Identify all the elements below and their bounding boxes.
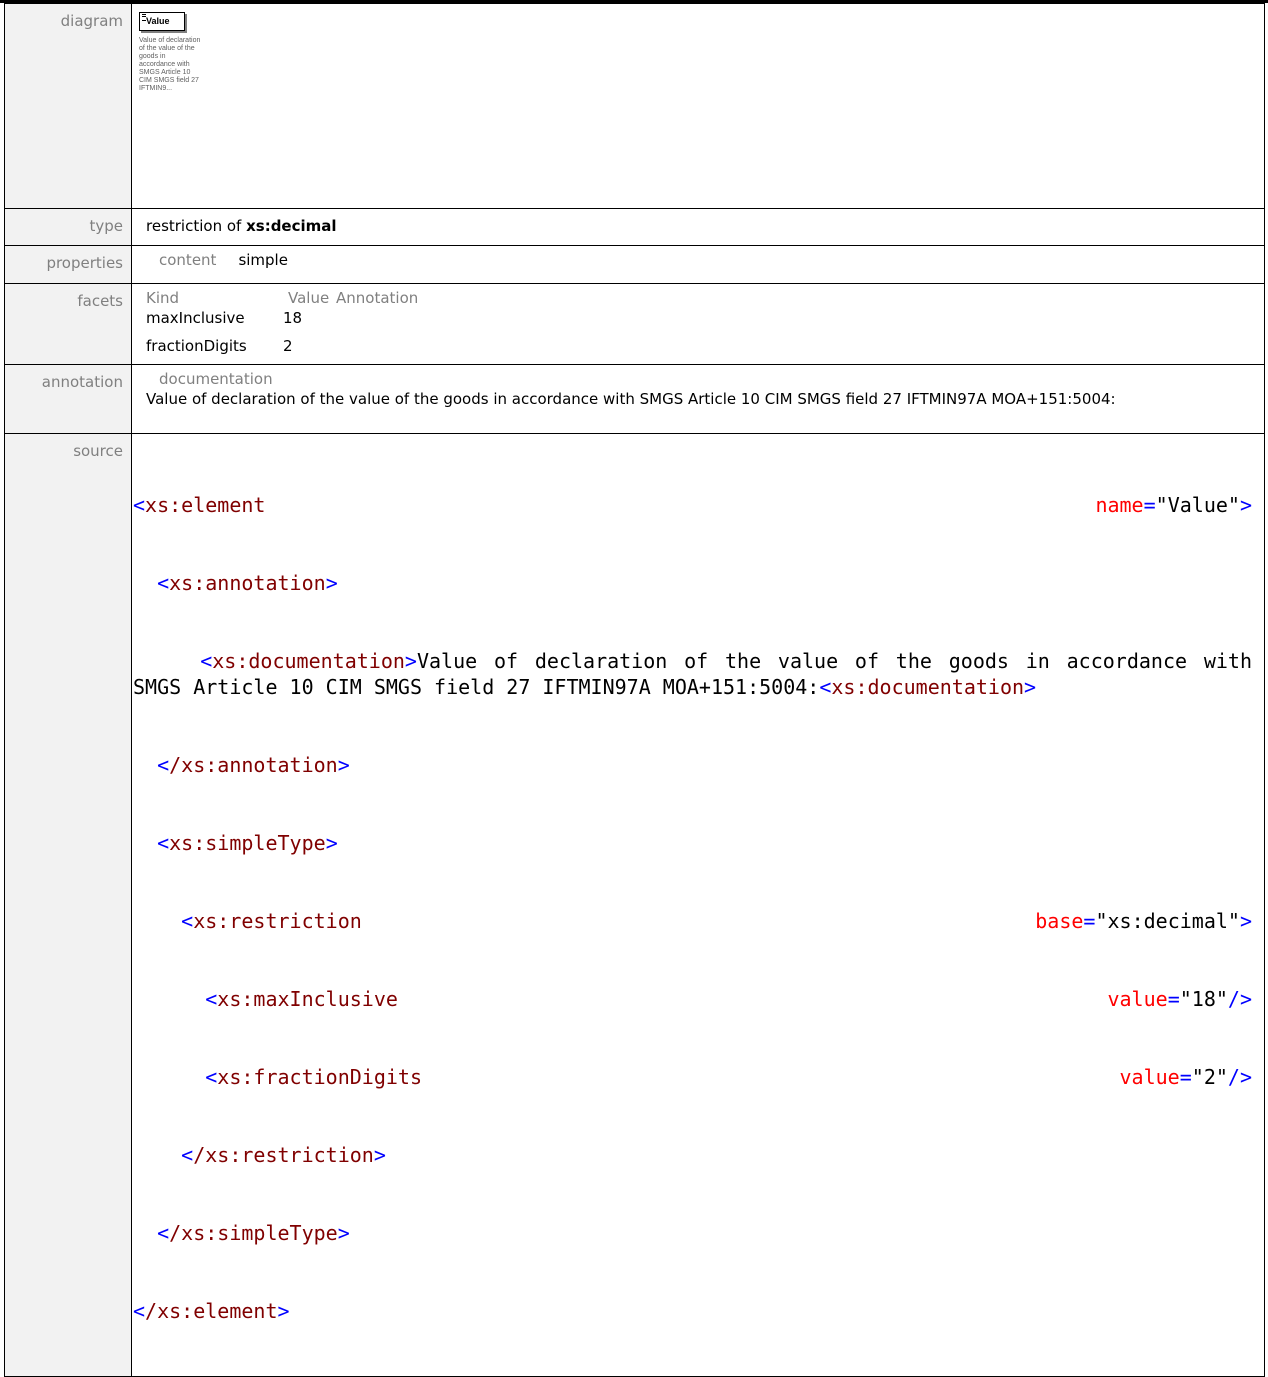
properties-label: properties xyxy=(4,245,132,284)
property-key: content xyxy=(159,251,217,269)
type-row: type restriction of xs:decimal xyxy=(4,208,1265,246)
properties-cell: content simple xyxy=(131,245,1265,284)
source-tag: xs:annotation xyxy=(169,571,326,595)
source-tag: xs:fractionDigits xyxy=(217,1065,422,1089)
diagram-label: diagram xyxy=(4,3,132,209)
annotation-cell: documentation Value of declaration of th… xyxy=(131,364,1265,434)
source-line: </xs:restriction> xyxy=(181,1143,386,1167)
source-attr: name xyxy=(1095,493,1144,517)
source-attr: value xyxy=(1107,987,1168,1011)
source-tag: xs:simpleType xyxy=(169,831,326,855)
facet-kind: fractionDigits xyxy=(146,337,247,355)
source-attr-value: "xs:decimal" xyxy=(1095,909,1240,933)
diagram-element-box[interactable]: Value xyxy=(139,12,185,31)
property-value: simple xyxy=(238,251,288,269)
source-line: <xs:simpleType> xyxy=(157,831,338,855)
source-line: </xs:element> xyxy=(133,1299,290,1323)
diagram-element-name: Value xyxy=(146,16,170,26)
facet-value: 2 xyxy=(283,337,293,355)
source-row: source <xs:element name="Value"> <xs:ann… xyxy=(4,433,1265,1377)
source-line: <xs:annotation> xyxy=(157,571,338,595)
source-line: <xs:documentation>Value of declaration o… xyxy=(133,648,1252,700)
facets-header-kind: Kind xyxy=(146,289,180,307)
source-tag: /xs:simpleType xyxy=(169,1221,338,1245)
source-line: <xs:element name="Value"> xyxy=(133,493,1252,517)
diagram-row: diagram Value Value of declaration of th… xyxy=(4,3,1265,209)
type-prefix: restriction of xyxy=(146,217,242,235)
source-attr: value xyxy=(1119,1065,1180,1089)
source-cell: <xs:element name="Value"> <xs:annotation… xyxy=(131,433,1265,1377)
source-tag: xs:maxInclusive xyxy=(217,987,398,1011)
element-doc-table: diagram Value Value of declaration of th… xyxy=(4,3,1265,1377)
source-line: <xs:restriction base="xs:decimal"> xyxy=(181,909,1252,933)
properties-row: properties content simple xyxy=(4,245,1265,284)
annotation-heading: documentation xyxy=(159,370,273,388)
source-tag: /xs:element xyxy=(145,1299,278,1323)
source-line: <xs:fractionDigits value="2"/> xyxy=(205,1065,1252,1089)
type-cell: restriction of xs:decimal xyxy=(131,208,1265,246)
facet-value: 18 xyxy=(283,309,303,327)
source-tag: /xs:annotation xyxy=(169,753,338,777)
source-attr-value: "18" xyxy=(1179,987,1228,1011)
facets-header: Kind Value Annotation xyxy=(146,288,1264,308)
type-base-link[interactable]: xs:decimal xyxy=(246,217,336,235)
source-attr-value: "2" xyxy=(1191,1065,1228,1089)
diagram-cell: Value Value of declaration of the value … xyxy=(131,3,1265,209)
facets-label: facets xyxy=(4,283,132,365)
source-line: <xs:maxInclusive value="18"/> xyxy=(205,987,1252,1011)
source-tag: xs:documentation xyxy=(831,675,1025,699)
annotation-label: annotation xyxy=(4,364,132,434)
source-tag: xs:element xyxy=(145,493,266,517)
source-line: </xs:simpleType> xyxy=(157,1221,350,1245)
facets-header-value: Value xyxy=(288,289,330,307)
annotation-text: Value of declaration of the value of the… xyxy=(146,390,1116,408)
facet-row: fractionDigits 2 xyxy=(146,336,1264,356)
source-tag: /xs:restriction xyxy=(193,1143,374,1167)
type-label: type xyxy=(4,208,132,246)
facets-header-annotation: Annotation xyxy=(336,289,419,307)
source-tag: xs:documentation xyxy=(212,649,405,673)
source-code: <xs:element name="Value"> <xs:annotation… xyxy=(133,440,1264,1376)
facet-row: maxInclusive 18 xyxy=(146,308,1264,328)
facets-row: facets Kind Value Annotation maxInclusiv… xyxy=(4,283,1265,365)
facets-cell: Kind Value Annotation maxInclusive 18 fr… xyxy=(131,283,1265,365)
source-label: source xyxy=(4,433,132,1377)
source-attr: base xyxy=(1035,909,1084,933)
annotation-row: annotation documentation Value of declar… xyxy=(4,364,1265,434)
source-line: </xs:annotation> xyxy=(157,753,350,777)
source-attr-value: "Value" xyxy=(1155,493,1240,517)
facet-kind: maxInclusive xyxy=(146,309,245,327)
source-tag: xs:restriction xyxy=(193,909,362,933)
diagram-doc-snippet: Value of declaration of the value of the… xyxy=(139,37,201,92)
